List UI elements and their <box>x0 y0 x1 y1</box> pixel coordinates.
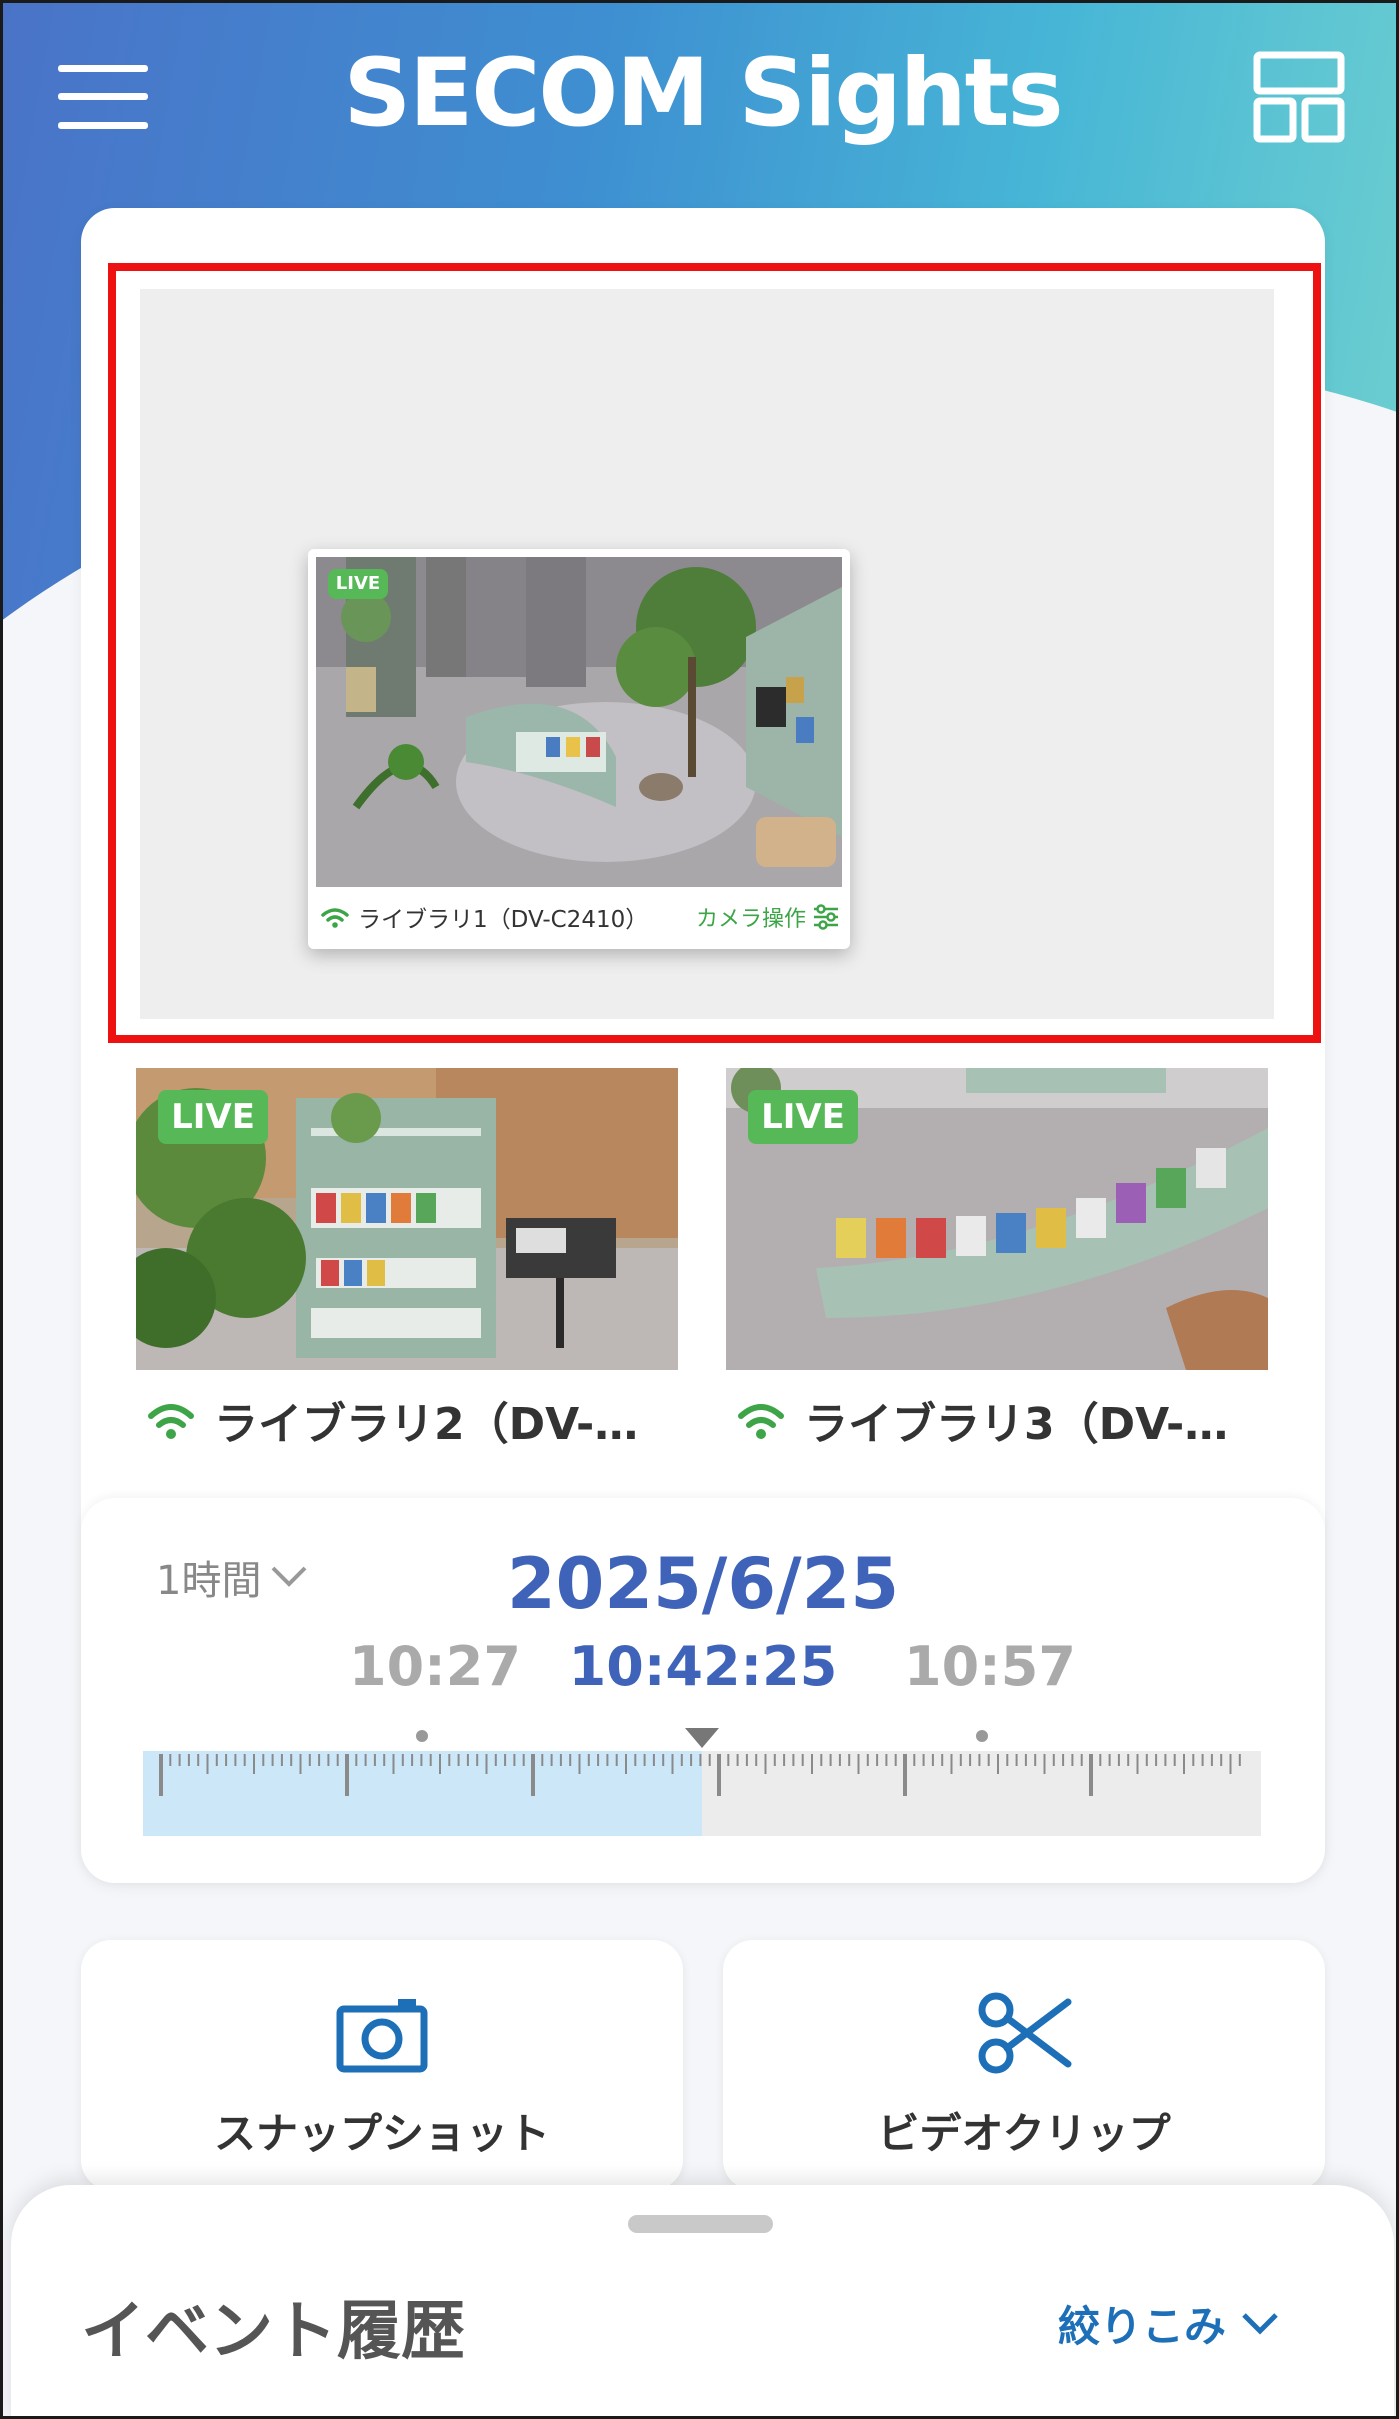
app-frame: SECOM Sights LIVE ライブラリ1（DV-C2410） カメラ操作… <box>0 0 1399 2419</box>
scissors-icon <box>978 1992 1072 2074</box>
app-title: SECOM Sights <box>343 39 1063 148</box>
timeline-panel: 1時間 2025/6/25 10:27 10:42:25 10:57 <box>81 1498 1325 1883</box>
sheet-drag-handle[interactable] <box>628 2215 773 2233</box>
primary-camera-thumbnail[interactable]: LIVE ライブラリ1（DV-C2410） カメラ操作 <box>308 549 850 949</box>
camera-feed-image[interactable]: LIVE <box>316 557 842 887</box>
primary-camera-area[interactable]: LIVE ライブラリ1（DV-C2410） カメラ操作 <box>108 263 1321 1043</box>
video-clip-button[interactable]: ビデオクリップ <box>723 1940 1325 2190</box>
event-history-title: イベント履歴 <box>81 2295 465 2369</box>
camera-name: ライブラリ3（DV-… <box>804 1399 1229 1450</box>
camera-control-label: カメラ操作 <box>695 907 806 932</box>
event-history-sheet[interactable]: イベント履歴 絞りこみ <box>11 2185 1394 2416</box>
camera-feed-image[interactable]: LIVE <box>726 1068 1268 1370</box>
primary-camera-placeholder: LIVE ライブラリ1（DV-C2410） カメラ操作 <box>140 289 1274 1019</box>
camera-tile-2[interactable]: LIVE ライブラリ2（DV-… <box>136 1068 678 1458</box>
live-badge: LIVE <box>748 1090 858 1144</box>
chevron-down-icon <box>1242 2312 1278 2335</box>
camera-feed-image[interactable]: LIVE <box>136 1068 678 1370</box>
live-badge: LIVE <box>158 1090 268 1144</box>
wifi-signal-icon <box>148 1404 194 1439</box>
time-right-label: 10:57 <box>904 1635 1076 1698</box>
time-current-label: 10:42:25 <box>568 1635 838 1698</box>
primary-camera-caption: ライブラリ1（DV-C2410） カメラ操作 <box>320 897 840 937</box>
camera-tile-3[interactable]: LIVE ライブラリ3（DV-… <box>726 1068 1268 1458</box>
sliders-icon <box>814 904 838 930</box>
video-clip-label: ビデオクリップ <box>877 2109 1171 2158</box>
filter-button[interactable]: 絞りこみ <box>1058 2293 1280 2354</box>
wifi-signal-icon <box>738 1404 784 1439</box>
grid-layout-icon[interactable] <box>1253 51 1345 143</box>
camera-caption: ライブラリ3（DV-… <box>736 1388 1228 1452</box>
live-badge: LIVE <box>328 569 388 599</box>
camera-caption: ライブラリ2（DV-… <box>146 1388 638 1452</box>
primary-camera-name: ライブラリ1（DV-C2410） <box>358 907 649 933</box>
timeline-date: 2025/6/25 <box>506 1543 900 1625</box>
camera-control-button[interactable]: カメラ操作 <box>696 901 840 933</box>
app-header: SECOM Sights <box>3 3 1396 193</box>
timeline-scrubber[interactable] <box>143 1726 1261 1841</box>
filter-label: 絞りこみ <box>1058 2302 1227 2351</box>
snapshot-label: スナップショット <box>213 2109 550 2158</box>
wifi-signal-icon <box>321 908 349 928</box>
camera-icon <box>336 1999 428 2073</box>
snapshot-button[interactable]: スナップショット <box>81 1940 683 2190</box>
camera-name: ライブラリ2（DV-… <box>214 1399 639 1450</box>
